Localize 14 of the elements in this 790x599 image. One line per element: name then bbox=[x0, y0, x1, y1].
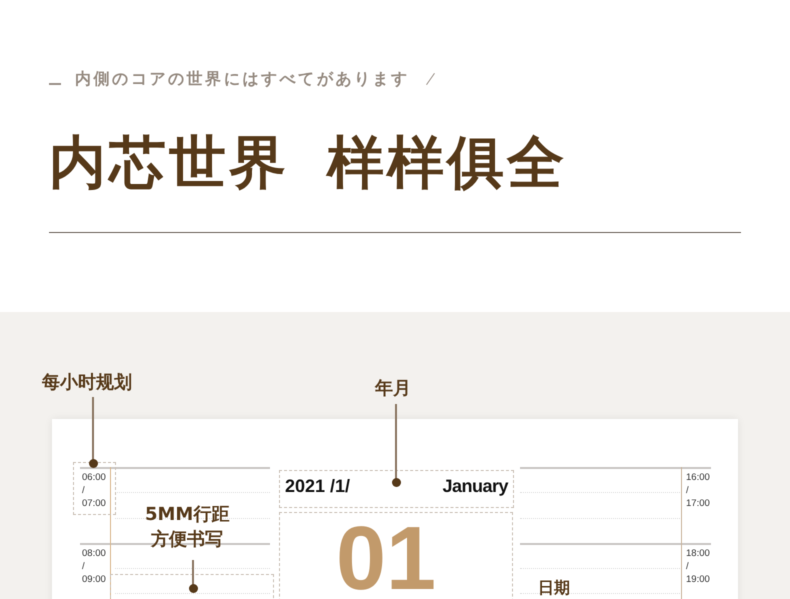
time-label: 08:00 / 09:00 bbox=[82, 547, 106, 586]
title: 样样俱全 bbox=[327, 134, 567, 192]
annotation-label: 每小时规划 bbox=[42, 371, 132, 395]
time-label: 18:00 / 19:00 bbox=[686, 547, 710, 586]
time-label: 16:00 / 17:00 bbox=[686, 471, 710, 510]
annotation-label: 日期 bbox=[538, 578, 570, 598]
title: 内芯世界 bbox=[49, 134, 289, 192]
day-number: 01 bbox=[336, 514, 438, 599]
subtitle: 内側のコアの世界にはすべてがあります bbox=[75, 68, 410, 90]
time-label: 06:00 / 07:00 bbox=[82, 471, 106, 510]
month-name: January bbox=[442, 476, 508, 497]
annotation-label: 年月 bbox=[375, 377, 411, 401]
year-month-text: 2021 /1/ bbox=[285, 476, 350, 497]
annotation-label: 5MM行距 方便书写 bbox=[145, 503, 230, 552]
